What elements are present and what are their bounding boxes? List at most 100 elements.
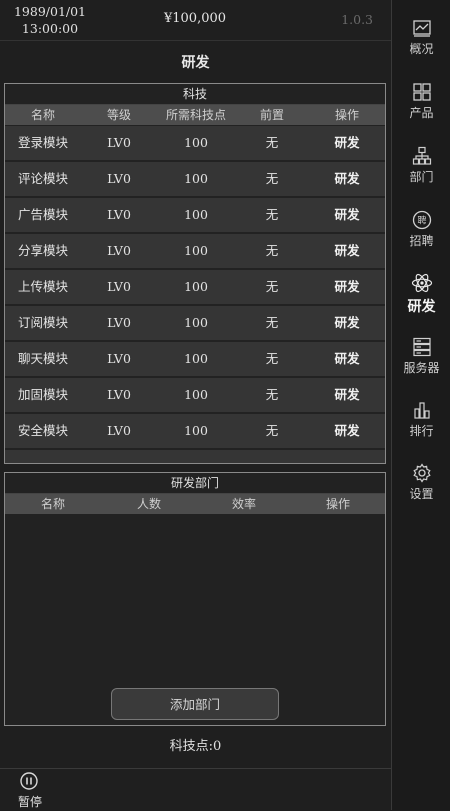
column-header-action: 操作	[334, 108, 359, 122]
tech-prereq: 无	[265, 243, 279, 258]
tech-cost: 100	[184, 279, 208, 294]
tech-name: 聊天模块	[17, 351, 68, 366]
tech-panel: 科技 名称 等级 所需科技点 前置 操作 登录模块 LV0 100 无 研发 评…	[4, 83, 386, 464]
table-row-partial	[5, 450, 385, 463]
tech-name: 订阅模块	[17, 315, 68, 330]
tech-prereq: 无	[265, 279, 279, 294]
tech-name: 分享模块	[17, 243, 68, 258]
page-title: 研发	[181, 55, 210, 71]
tech-name: 登录模块	[17, 135, 68, 150]
table-row: 登录模块 LV0 100 无 研发	[5, 126, 385, 160]
pause-label[interactable]: 暂停	[18, 793, 42, 810]
server-icon	[412, 337, 431, 357]
tech-cost: 100	[184, 171, 208, 186]
chart-icon	[412, 20, 431, 37]
sidebar-item-product[interactable]: 产品	[392, 82, 450, 121]
main-area: 1989/01/01 13:00:00 ¥100,000 1.0.3 研发 科技…	[0, 0, 391, 810]
table-row: 加固模块 LV0 100 无 研发	[5, 378, 385, 412]
add-department-button[interactable]: 添加部门	[111, 688, 279, 720]
table-row: 安全模块 LV0 100 无 研发	[5, 414, 385, 448]
column-header-level: 等级	[106, 108, 131, 122]
tech-panel-title: 科技	[5, 84, 385, 105]
tech-cost: 100	[184, 351, 208, 366]
hire-badge-icon: 聘	[412, 210, 431, 230]
sidebar-item-research[interactable]: 研发	[392, 272, 450, 316]
research-button[interactable]: 研发	[309, 162, 385, 196]
table-row: 上传模块 LV0 100 无 研发	[5, 270, 385, 304]
tech-prereq: 无	[265, 315, 279, 330]
sidebar-item-label: 设置	[409, 487, 434, 501]
sidebar-item-label: 研发	[407, 299, 436, 315]
research-button[interactable]: 研发	[309, 342, 385, 376]
grid-icon	[412, 83, 431, 101]
tech-prereq: 无	[265, 207, 279, 222]
table-row: 分享模块 LV0 100 无 研发	[5, 234, 385, 268]
pause-icon[interactable]	[20, 772, 38, 790]
tech-prereq: 无	[265, 423, 279, 438]
top-bar: 1989/01/01 13:00:00 ¥100,000 1.0.3	[0, 0, 391, 41]
bar-chart-icon	[413, 402, 430, 419]
sidebar-item-label: 产品	[409, 106, 434, 120]
sidebar-item-overview[interactable]: 概况	[392, 18, 450, 57]
bottom-bar: 暂停	[0, 768, 391, 811]
sidebar-item-server[interactable]: 服务器	[392, 337, 450, 376]
tech-level: LV0	[107, 243, 131, 258]
tech-name: 安全模块	[17, 423, 68, 438]
game-datetime: 1989/01/01 13:00:00	[12, 3, 88, 37]
column-header-name: 名称	[40, 497, 65, 511]
sidebar-item-recruit[interactable]: 聘 招聘	[392, 210, 450, 249]
tech-cost: 100	[184, 135, 208, 150]
sidebar-item-label: 排行	[409, 424, 434, 438]
research-button[interactable]: 研发	[309, 126, 385, 160]
tech-level: LV0	[107, 423, 131, 438]
gear-icon	[412, 463, 431, 483]
tech-cost: 100	[184, 243, 208, 258]
table-row: 广告模块 LV0 100 无 研发	[5, 198, 385, 232]
tech-cost: 100	[184, 315, 208, 330]
tech-level: LV0	[107, 207, 131, 222]
tech-name: 广告模块	[17, 207, 68, 222]
tech-level: LV0	[107, 387, 131, 402]
org-chart-icon	[412, 146, 431, 165]
sidebar-item-label: 招聘	[409, 234, 434, 248]
research-button[interactable]: 研发	[309, 414, 385, 448]
table-row: 聊天模块 LV0 100 无 研发	[5, 342, 385, 376]
column-header-headcount: 人数	[136, 497, 161, 511]
column-header-name: 名称	[30, 108, 55, 122]
tech-prereq: 无	[265, 171, 279, 186]
research-button[interactable]: 研发	[309, 270, 385, 304]
svg-text:聘: 聘	[417, 215, 426, 227]
tech-name: 上传模块	[17, 279, 68, 294]
table-row: 评论模块 LV0 100 无 研发	[5, 162, 385, 196]
tech-prereq: 无	[265, 387, 279, 402]
money-display: ¥100,000	[163, 11, 227, 26]
sidebar-item-ranking[interactable]: 排行	[392, 400, 450, 439]
tech-prereq: 无	[265, 351, 279, 366]
tech-prereq: 无	[265, 135, 279, 150]
research-button[interactable]: 研发	[309, 306, 385, 340]
sidebar-item-label: 服务器	[403, 361, 440, 375]
tech-level: LV0	[107, 135, 131, 150]
research-button[interactable]: 研发	[309, 198, 385, 232]
tech-cost: 100	[184, 207, 208, 222]
sidebar-item-department[interactable]: 部门	[392, 146, 450, 185]
tech-points: 科技点:0	[169, 739, 222, 754]
game-date: 1989/01/01	[13, 4, 87, 19]
tech-table-body[interactable]: 登录模块 LV0 100 无 研发 评论模块 LV0 100 无 研发 广告模块…	[5, 126, 385, 463]
tech-name: 评论模块	[17, 171, 68, 186]
tech-level: LV0	[107, 171, 131, 186]
atom-icon	[411, 273, 432, 293]
sidebar-item-settings[interactable]: 设置	[392, 463, 450, 502]
research-button[interactable]: 研发	[309, 234, 385, 268]
research-button[interactable]: 研发	[309, 378, 385, 412]
game-time: 13:00:00	[21, 21, 79, 36]
tech-level: LV0	[107, 315, 131, 330]
tech-level: LV0	[107, 351, 131, 366]
column-header-prereq: 前置	[259, 108, 284, 122]
tech-level: LV0	[107, 279, 131, 294]
dept-panel-title: 研发部门	[5, 473, 385, 494]
tech-name: 加固模块	[17, 387, 68, 402]
dept-table-header: 名称 人数 效率 操作	[5, 494, 385, 514]
column-header-action: 操作	[325, 497, 350, 511]
tech-table-header: 名称 等级 所需科技点 前置 操作	[5, 105, 385, 125]
